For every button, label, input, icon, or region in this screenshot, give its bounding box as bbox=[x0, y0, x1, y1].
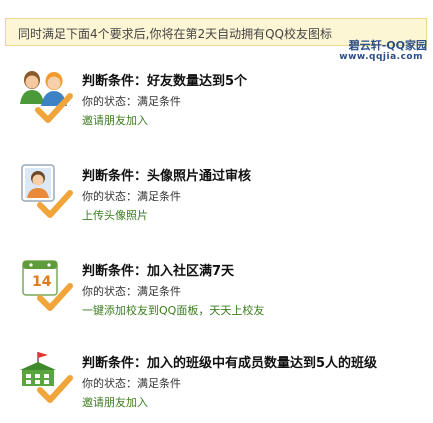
class-building-icon bbox=[18, 350, 74, 410]
notice-text: 同时满足下面4个要求后,你将在第2天自动拥有QQ校友图标 bbox=[18, 27, 332, 41]
condition-status: 你的状态：满足条件 bbox=[82, 377, 181, 390]
action-links: 一键添加校友到QQ面板，天天上校友 bbox=[82, 302, 264, 318]
condition-status: 你的状态：满足条件 bbox=[82, 95, 181, 108]
watermark-url: www.qqjia.com bbox=[339, 52, 423, 62]
condition-avatar: 判断条件：头像照片通过审核 你的状态：满足条件 上传头像照片 bbox=[18, 163, 428, 233]
upload-avatar-link[interactable]: 上传头像照片 bbox=[82, 207, 148, 223]
condition-class: 判断条件：加入的班级中有成员数量达到5人的班级 你的状态：满足条件 邀请朋友加入 bbox=[18, 350, 428, 420]
condition-status: 你的状态：满足条件 bbox=[82, 190, 181, 203]
check-mark-icon bbox=[18, 258, 74, 322]
condition-title: 判断条件：头像照片通过审核 bbox=[82, 169, 252, 184]
link-separator: ， bbox=[198, 304, 210, 317]
avatar-photo-icon bbox=[18, 163, 74, 223]
condition-title: 判断条件：加入的班级中有成员数量达到5人的班级 bbox=[82, 356, 378, 371]
invite-friends-link[interactable]: 邀请朋友加入 bbox=[82, 394, 148, 410]
invite-friends-link[interactable]: 邀请朋友加入 bbox=[82, 112, 148, 128]
condition-status: 你的状态：满足条件 bbox=[82, 285, 181, 298]
condition-title: 判断条件：好友数量达到5个 bbox=[82, 74, 248, 89]
condition-friends: 判断条件：好友数量达到5个 你的状态：满足条件 邀请朋友加入 bbox=[18, 68, 428, 138]
condition-community: 14 判断条件：加入社区满7天 你的状态：满足条件 一键添加校友到QQ面板，天天… bbox=[18, 258, 428, 328]
friends-icon bbox=[18, 68, 74, 128]
daily-xiaoyou-link[interactable]: 天天上校友 bbox=[209, 304, 264, 317]
watermark-title: 碧云轩-QQ家园 bbox=[348, 39, 427, 52]
condition-title: 判断条件：加入社区满7天 bbox=[82, 264, 235, 279]
add-to-qq-panel-link[interactable]: 一键添加校友到QQ面板 bbox=[82, 304, 198, 317]
